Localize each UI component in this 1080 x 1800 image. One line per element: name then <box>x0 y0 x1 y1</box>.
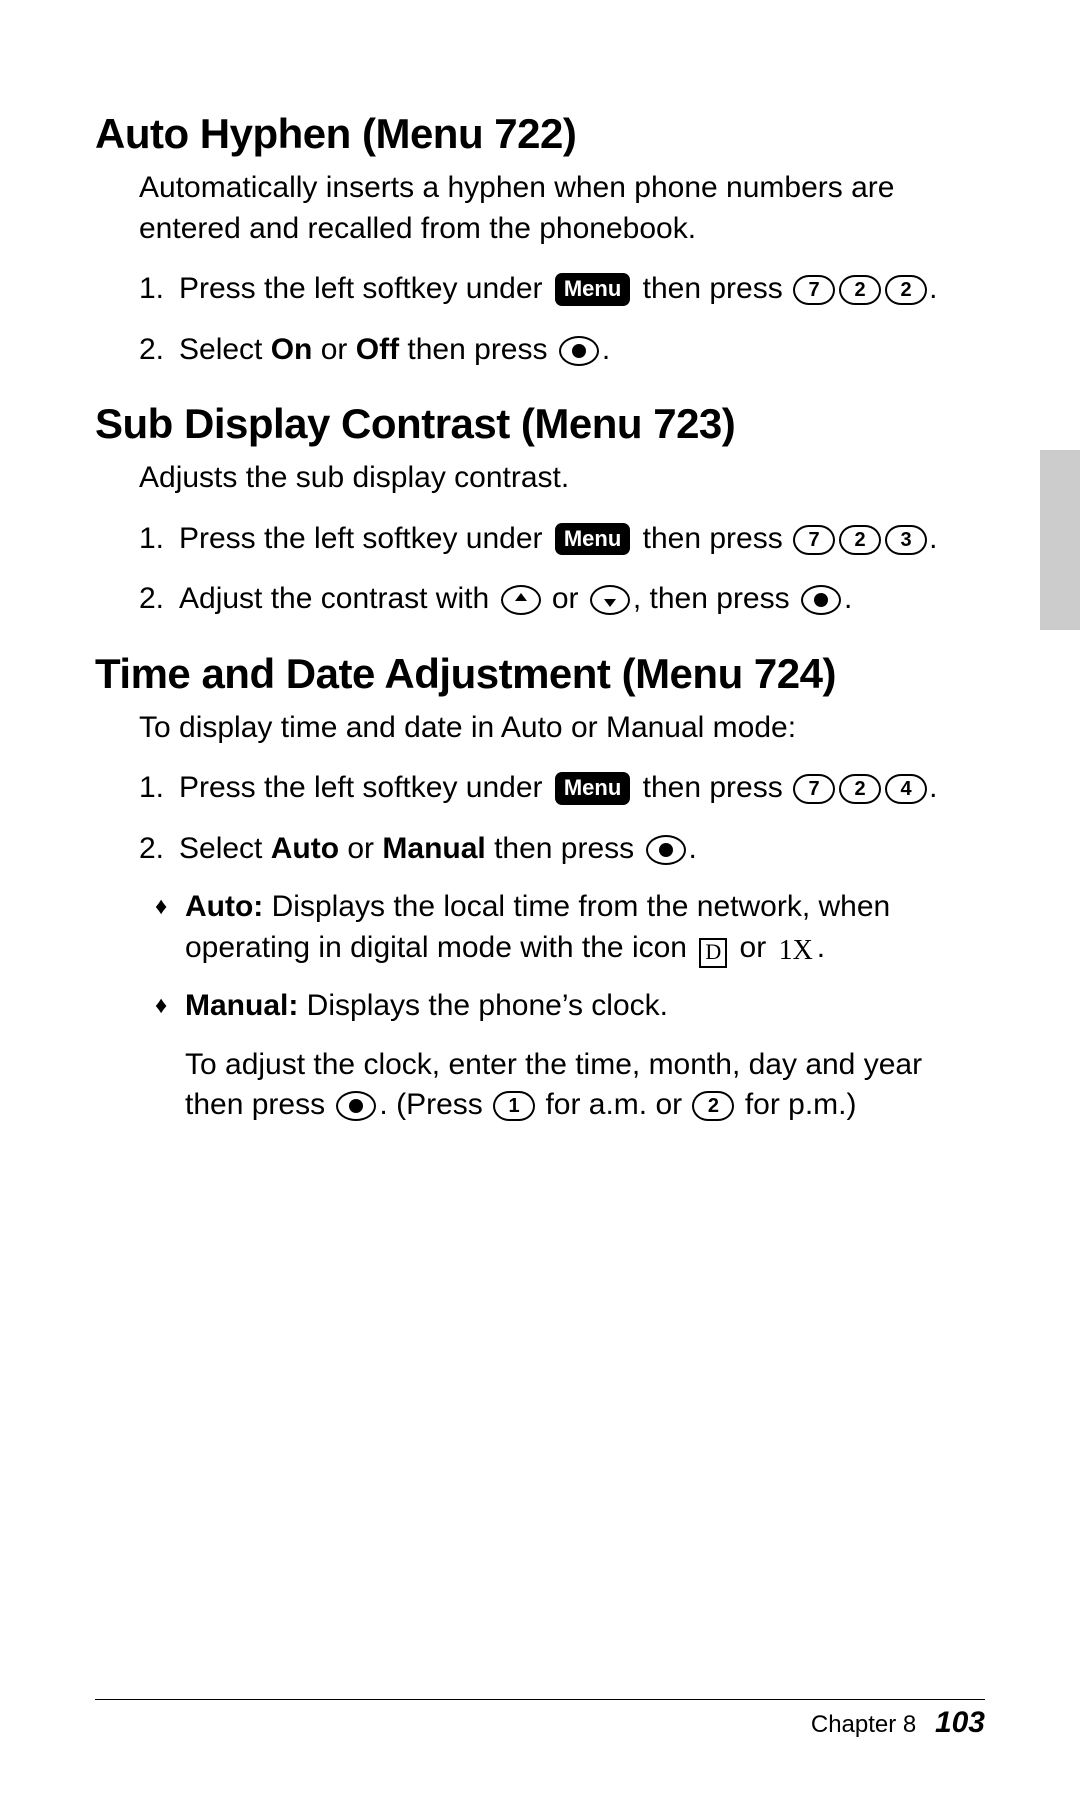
text: Adjust the contrast with <box>179 582 498 615</box>
key-icon: 7 <box>793 774 835 804</box>
key-icon: 7 <box>793 275 835 305</box>
diamond-bullet-icon: ♦ <box>155 986 185 1027</box>
key-icon: 2 <box>839 525 881 555</box>
text: or <box>312 333 355 366</box>
text: . <box>929 272 937 305</box>
step: 1. Press the left softkey under Menu the… <box>139 519 985 560</box>
text: then press <box>634 522 791 555</box>
text: Select <box>179 832 271 865</box>
step-number: 1. <box>139 519 179 560</box>
key-icon: 2 <box>885 275 927 305</box>
text: for a.m. or <box>537 1088 690 1121</box>
down-arrow-key-icon <box>590 585 630 615</box>
step: 2. Select Auto or Manual then press . <box>139 829 985 870</box>
text: or <box>544 582 587 615</box>
text: . <box>929 771 937 804</box>
text: . <box>602 333 610 366</box>
bold-text: Manual <box>382 832 485 865</box>
chapter-label: Chapter 8 <box>811 1711 916 1738</box>
step-number: 2. <box>139 579 179 620</box>
key-icon: 1 <box>493 1091 535 1121</box>
text: Press the left softkey under <box>179 272 551 305</box>
step: 2. Select On or Off then press . <box>139 330 985 371</box>
bold-text: On <box>271 333 313 366</box>
text: or <box>731 931 774 964</box>
text: then press <box>399 333 556 366</box>
bullet-manual: ♦ Manual: Displays the phone’s clock. <box>155 986 985 1027</box>
text: then press <box>486 832 643 865</box>
bold-text: Auto <box>271 832 339 865</box>
step: 1. Press the left softkey under Menu the… <box>139 269 985 310</box>
intro-text: Adjusts the sub display contrast. <box>139 458 985 499</box>
ok-key-icon <box>336 1091 376 1121</box>
key-icon: 2 <box>692 1091 734 1121</box>
bullet-body: Manual: Displays the phone’s clock. <box>185 986 668 1027</box>
1x-icon: 1X <box>779 938 813 964</box>
digital-d-icon: D <box>699 938 727 968</box>
step-body: Press the left softkey under Menu then p… <box>179 269 985 310</box>
menu-badge-icon: Menu <box>555 772 630 805</box>
key-icon: 2 <box>839 275 881 305</box>
step-body: Adjust the contrast with or , then press… <box>179 579 985 620</box>
step-number: 2. <box>139 829 179 870</box>
tail-paragraph: To adjust the clock, enter the time, mon… <box>185 1045 985 1126</box>
ok-key-icon <box>801 585 841 615</box>
ok-key-icon <box>559 336 599 366</box>
text: . <box>817 931 825 964</box>
step-body: Press the left softkey under Menu then p… <box>179 519 985 560</box>
bold-text: Off <box>356 333 399 366</box>
text: . <box>844 582 852 615</box>
step: 2. Adjust the contrast with or , then pr… <box>139 579 985 620</box>
text: Press the left softkey under <box>179 522 551 555</box>
ok-key-icon <box>646 835 686 865</box>
bullet-label: Auto: <box>185 890 263 923</box>
step-number: 2. <box>139 330 179 371</box>
text: Select <box>179 333 271 366</box>
menu-badge-icon: Menu <box>555 523 630 556</box>
bullet-label: Manual: <box>185 989 298 1022</box>
step: 1. Press the left softkey under Menu the… <box>139 768 985 809</box>
bullet-auto: ♦ Auto: Displays the local time from the… <box>155 887 985 968</box>
text: . (Press <box>379 1088 491 1121</box>
heading-time-date: Time and Date Adjustment (Menu 724) <box>95 650 985 698</box>
page-number: 103 <box>935 1706 985 1739</box>
key-icon: 2 <box>839 774 881 804</box>
diamond-bullet-icon: ♦ <box>155 887 185 968</box>
key-icon: 4 <box>885 774 927 804</box>
text: , then press <box>633 582 798 615</box>
bullet-body: Auto: Displays the local time from the n… <box>185 887 985 968</box>
up-arrow-key-icon <box>501 585 541 615</box>
text: then press <box>634 771 791 804</box>
thumb-tab <box>1040 450 1080 630</box>
step-body: Press the left softkey under Menu then p… <box>179 768 985 809</box>
text: or <box>339 832 382 865</box>
heading-sub-display: Sub Display Contrast (Menu 723) <box>95 400 985 448</box>
step-number: 1. <box>139 269 179 310</box>
manual-page: Auto Hyphen (Menu 722) Automatically ins… <box>0 0 1080 1800</box>
step-body: Select Auto or Manual then press . <box>179 829 985 870</box>
key-icon: 7 <box>793 525 835 555</box>
intro-text: Automatically inserts a hyphen when phon… <box>139 168 985 249</box>
key-icon: 3 <box>885 525 927 555</box>
text: Displays the phone’s clock. <box>298 989 668 1022</box>
menu-badge-icon: Menu <box>555 273 630 306</box>
text: then press <box>634 272 791 305</box>
text: Press the left softkey under <box>179 771 551 804</box>
text: . <box>929 522 937 555</box>
page-footer: Chapter 8 103 <box>95 1699 985 1740</box>
intro-text: To display time and date in Auto or Manu… <box>139 708 985 749</box>
step-body: Select On or Off then press . <box>179 330 985 371</box>
heading-auto-hyphen: Auto Hyphen (Menu 722) <box>95 110 985 158</box>
text: for p.m.) <box>736 1088 856 1121</box>
text: . <box>689 832 697 865</box>
step-number: 1. <box>139 768 179 809</box>
